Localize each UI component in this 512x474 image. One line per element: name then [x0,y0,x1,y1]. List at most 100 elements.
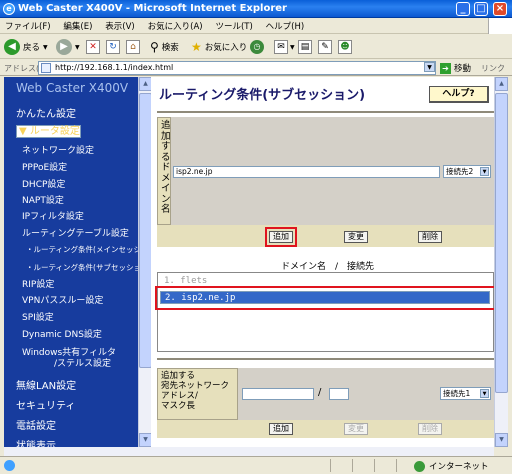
domain-label: 追加するドメイン名 [161,120,171,215]
network-label-line1: 追加する [161,371,196,381]
sidebar-item-phone[interactable]: 電話設定 [16,417,56,432]
sidebar-brand: Web Caster X400V [16,81,129,95]
back-arrow-icon: ◀ [4,39,20,55]
minimize-button[interactable]: _ [456,2,470,16]
security-zone: インターネット [414,460,489,472]
back-button[interactable]: ◀ 戻る ▼ [4,38,48,56]
divider [157,111,494,113]
main-content: ルーティング条件(サブセッション) ヘルプ? 追加するドメイン名 isp2.ne… [151,77,494,447]
sidebar-item-dhcp[interactable]: DHCP設定 [22,177,65,190]
stop-button[interactable]: ✕ [86,38,100,56]
network-destination-select[interactable]: 接続先1 ▼ [440,387,491,400]
mask-length-input[interactable] [329,388,349,400]
change-button[interactable]: 変更 [344,231,368,243]
sidebar-item-rip[interactable]: RIP設定 [22,277,54,290]
title-bar[interactable]: e Web Caster X400V - Microsoft Internet … [0,0,512,18]
network-change-button: 変更 [344,423,368,435]
sidebar-item-status[interactable]: 状態表示 [16,437,56,447]
sidebar-item-ip-filter[interactable]: IPフィルタ設定 [22,209,84,222]
status-divider [352,459,353,472]
sidebar-item-security[interactable]: セキュリティ [16,397,75,412]
history-button[interactable]: ◷ [250,38,264,56]
sidebar-item-spi[interactable]: SPI設定 [22,310,54,323]
messenger-button[interactable]: ☻ [338,38,352,56]
sidebar-item-napt[interactable]: NAPT設定 [22,193,64,206]
status-divider [374,459,375,472]
horizontal-scrollbar[interactable] [4,447,494,456]
refresh-button[interactable]: ↻ [106,38,120,56]
delete-button[interactable]: 削除 [418,231,442,243]
edit-button[interactable]: ✎ [318,38,332,56]
network-destination-value: 接続先1 [443,389,471,398]
network-label-line3: アドレス/ [161,391,198,401]
sidebar-item-network[interactable]: ネットワーク設定 [22,143,94,156]
chevron-down-icon: ▼ [480,167,489,176]
scroll-thumb[interactable] [495,93,508,393]
sidebar-item-dynamic-dns[interactable]: Dynamic DNS設定 [22,327,102,340]
menu-bar: ファイル(F) 編集(E) 表示(V) お気に入り(A) ツール(T) ヘルプ(… [0,18,512,34]
list-header: ドメイン名 / 接続先 [281,262,375,272]
sidebar-item-vpn-passthrough[interactable]: VPNパススルー設定 [22,293,103,306]
highlight-box [155,286,494,310]
menu-help[interactable]: ヘルプ(H) [261,18,310,32]
search-button[interactable]: ⚲ 検索 [150,38,179,56]
chevron-down-icon: ▼ [75,43,80,51]
scroll-up-icon[interactable]: ▲ [495,77,508,91]
refresh-icon: ↻ [106,40,120,54]
go-label: 移動 [454,64,472,74]
address-input[interactable]: http://192.168.1.1/index.html [38,61,436,75]
network-button-bar [157,420,494,438]
sidebar-item-routing-main[interactable]: ・ルーティング条件(メインセッション) [26,244,151,255]
print-button[interactable]: ▤ [298,38,312,56]
sidebar-nav: Web Caster X400V かんたん設定 ▼ ルータ設定 ネットワーク設定… [4,77,151,447]
address-dropdown-icon[interactable]: ▼ [424,62,435,72]
domain-button-bar [157,225,494,247]
network-address-input[interactable] [242,388,314,400]
destination-select-value: 接続先2 [446,167,474,176]
domain-input[interactable]: isp2.ne.jp [173,166,440,178]
sidebar-item-wireless-lan[interactable]: 無線LAN設定 [16,377,76,392]
sidebar-item-pppoe[interactable]: PPPoE設定 [22,160,67,173]
forward-button[interactable]: ▶ ▼ [56,38,80,56]
menu-file[interactable]: ファイル(F) [0,18,56,32]
links-label[interactable]: リンク [481,63,505,74]
search-icon: ⚲ [150,40,159,54]
chevron-down-icon: ▼ [290,43,295,51]
menu-edit[interactable]: 編集(E) [58,18,97,32]
menu-tools[interactable]: ツール(T) [210,18,257,32]
menu-favorites[interactable]: お気に入り(A) [143,18,208,32]
favorites-label: お気に入り [204,43,248,53]
destination-select[interactable]: 接続先2 ▼ [443,165,491,178]
back-label: 戻る [23,43,41,53]
page-title: ルーティング条件(サブセッション) [159,88,366,103]
favorites-button[interactable]: ★ お気に入り [191,38,247,56]
menu-view[interactable]: 表示(V) [100,18,139,32]
globe-icon [414,460,425,472]
address-url: http://192.168.1.1/index.html [55,63,174,72]
home-button[interactable]: ⌂ [126,38,140,56]
network-add-button[interactable]: 追加 [269,423,293,435]
sidebar-item-easy-setup[interactable]: かんたん設定 [16,105,76,120]
sidebar-item-router-setup[interactable]: ▼ ルータ設定 [16,125,81,138]
close-button[interactable]: × [493,2,507,16]
star-icon: ★ [191,40,202,54]
windows-flag-icon [488,18,512,34]
go-button[interactable]: ➔ 移動 [440,62,471,74]
page-scrollbar[interactable]: ▲ ▼ [494,77,508,447]
search-label: 検索 [161,43,179,53]
print-icon: ▤ [298,40,312,54]
mail-button[interactable]: ✉ ▼ [274,38,295,56]
history-icon: ◷ [250,40,264,54]
toolbar: ◀ 戻る ▼ ▶ ▼ ✕ ↻ ⌂ ⚲ 検索 ★ お気に入り ◷ ✉ ▼ ▤ ✎ ☻ [0,35,512,59]
help-button[interactable]: ヘルプ? [429,86,489,103]
domain-list[interactable]: 1. flets 2. isp2.ne.jp [157,272,494,352]
highlight-box [265,227,297,247]
maximize-button[interactable]: □ [474,2,488,16]
sidebar-item-stealth[interactable]: /ステルス設定 [54,356,111,369]
sidebar-item-routing-table[interactable]: ルーティングテーブル設定 [22,226,129,239]
sidebar-item-routing-sub[interactable]: ・ルーティング条件(サブセッション) [26,262,151,273]
sidebar-scrollbar[interactable]: ▲ ▼ [138,77,152,447]
scroll-down-icon[interactable]: ▼ [495,433,508,447]
domain-label-cell: 追加するドメイン名 [157,117,171,225]
messenger-icon: ☻ [338,40,352,54]
